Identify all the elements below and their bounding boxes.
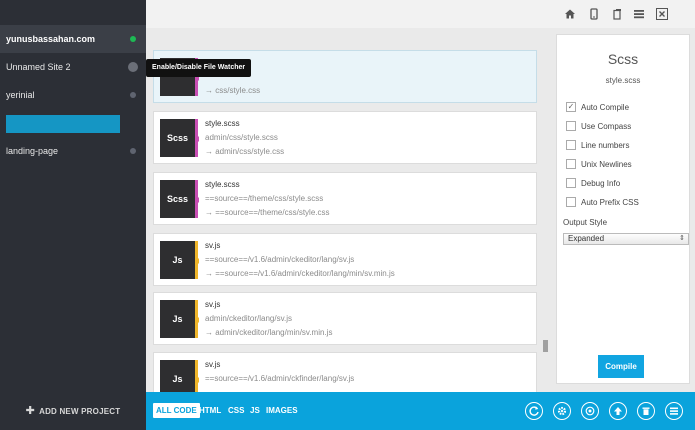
add-project-button[interactable]: ✚ ADD NEW PROJECT: [0, 392, 146, 430]
file-name: style.scss: [205, 180, 240, 189]
select-arrows-icon: ⇕: [679, 235, 685, 242]
settings-icon[interactable]: [553, 402, 571, 420]
option-auto-prefix[interactable]: Auto Prefix CSS: [566, 196, 639, 209]
file-item[interactable]: Js sv.js admin/ckeditor/lang/sv.js → adm…: [153, 292, 537, 345]
file-watcher-toggle[interactable]: [130, 92, 136, 98]
project-name-input[interactable]: [6, 115, 120, 133]
file-source-path: ==source==/theme/css/style.scss: [205, 194, 324, 203]
file-name: sv.js: [205, 241, 221, 250]
output-style-label: Output Style: [563, 218, 608, 227]
project-item[interactable]: yerinial: [0, 81, 146, 109]
scrollbar-handle[interactable]: [543, 340, 548, 352]
file-type-badge: Scss: [160, 119, 199, 157]
file-item[interactable]: Scss style.scss ==source==/theme/css/sty…: [153, 172, 537, 225]
checkbox[interactable]: [566, 158, 576, 169]
project-name: yunusbassahan.com: [6, 34, 96, 44]
filter-js[interactable]: JS: [250, 403, 260, 418]
file-source-path: ==source==/v1.6/admin/ckfinder/lang/sv.j…: [205, 374, 355, 383]
file-source-path: admin/ckeditor/lang/sv.js: [205, 314, 292, 323]
option-use-compass[interactable]: Use Compass: [566, 120, 631, 133]
panel-file-type: Scss: [607, 51, 639, 67]
top-toolbar: [146, 0, 695, 28]
file-watcher-toggle[interactable]: [128, 62, 138, 72]
file-source-path: admin/css/style.scss: [205, 133, 278, 142]
mobile-icon[interactable]: [588, 8, 600, 20]
filter-html[interactable]: HTML: [199, 403, 221, 418]
project-name: Unnamed Site 2: [6, 62, 71, 72]
checkbox[interactable]: [566, 120, 576, 131]
home-icon[interactable]: [564, 8, 576, 20]
file-item[interactable]: Scss style.scss admin/css/style.scss → a…: [153, 111, 537, 164]
refresh-icon[interactable]: [525, 402, 543, 420]
file-item[interactable]: Js sv.js ==source==/v1.6/admin/ckfinder/…: [153, 352, 537, 392]
file-name: sv.js: [205, 360, 221, 369]
project-item[interactable]: Unnamed Site 2: [0, 53, 146, 81]
file-name: sv.js: [205, 300, 221, 309]
file-output-path: → ==source==/v1.6/admin/ckeditor/lang/mi…: [205, 269, 395, 278]
file-output-path: → admin/ckeditor/lang/min/sv.min.js: [205, 328, 333, 337]
option-unix-newlines[interactable]: Unix Newlines: [566, 158, 632, 171]
compile-options-panel: Scss style.scss ✓ Auto Compile Use Compas…: [556, 34, 690, 384]
compile-button[interactable]: Compile: [598, 355, 644, 378]
file-name: style.scss: [205, 119, 240, 128]
filter-all-code[interactable]: ALL CODE: [153, 403, 200, 418]
checkbox[interactable]: [566, 196, 576, 207]
project-sidebar: yunusbassahan.com Unnamed Site 2 yerinia…: [0, 0, 146, 430]
add-project-label: ADD NEW PROJECT: [39, 407, 121, 416]
panel-file-name: style.scss: [605, 76, 641, 85]
output-style-select[interactable]: Expanded ⇕: [563, 233, 689, 245]
plus-icon: ✚: [25, 405, 36, 417]
file-output-path: → css/style.css: [205, 86, 261, 95]
project-item[interactable]: yunusbassahan.com: [0, 25, 146, 53]
project-name: landing-page: [6, 146, 59, 156]
file-watcher-toggle[interactable]: [130, 148, 136, 154]
checkbox[interactable]: [566, 139, 576, 150]
menu-icon[interactable]: [633, 8, 645, 20]
upload-icon[interactable]: [609, 402, 627, 420]
file-output-path: → ==source==/theme/css/style.css: [205, 208, 330, 217]
list-icon[interactable]: [665, 402, 683, 420]
file-list: → css/style.css Scss style.scss admin/cs…: [146, 28, 544, 392]
option-debug-info[interactable]: Debug Info: [566, 177, 620, 190]
option-line-numbers[interactable]: Line numbers: [566, 139, 629, 152]
file-item[interactable]: Js sv.js ==source==/v1.6/admin/ckeditor/…: [153, 233, 537, 286]
file-watcher-toggle[interactable]: [130, 36, 136, 42]
file-type-badge: Js: [160, 360, 199, 392]
project-item[interactable]: landing-page: [0, 137, 146, 165]
file-type-badge: Scss: [160, 180, 199, 218]
checkbox[interactable]: [566, 177, 576, 188]
file-type-badge: Js: [160, 300, 199, 338]
file-watcher-tooltip: Enable/Disable File Watcher: [146, 59, 252, 77]
project-name: yerinial: [6, 90, 35, 100]
bottom-toolbar: ALL CODE HTML CSS JS IMAGES: [146, 392, 695, 430]
file-source-path: ==source==/v1.6/admin/ckeditor/lang/sv.j…: [205, 255, 355, 264]
copy-icon[interactable]: [611, 8, 623, 20]
checkbox[interactable]: ✓: [566, 101, 576, 112]
target-icon[interactable]: [581, 402, 599, 420]
option-auto-compile[interactable]: ✓ Auto Compile: [566, 101, 629, 114]
close-icon[interactable]: [656, 8, 668, 20]
filter-css[interactable]: CSS: [228, 403, 244, 418]
filter-images[interactable]: IMAGES: [266, 403, 298, 418]
trash-icon[interactable]: [637, 402, 655, 420]
file-type-badge: Js: [160, 241, 199, 279]
file-output-path: → admin/css/style.css: [205, 147, 285, 156]
